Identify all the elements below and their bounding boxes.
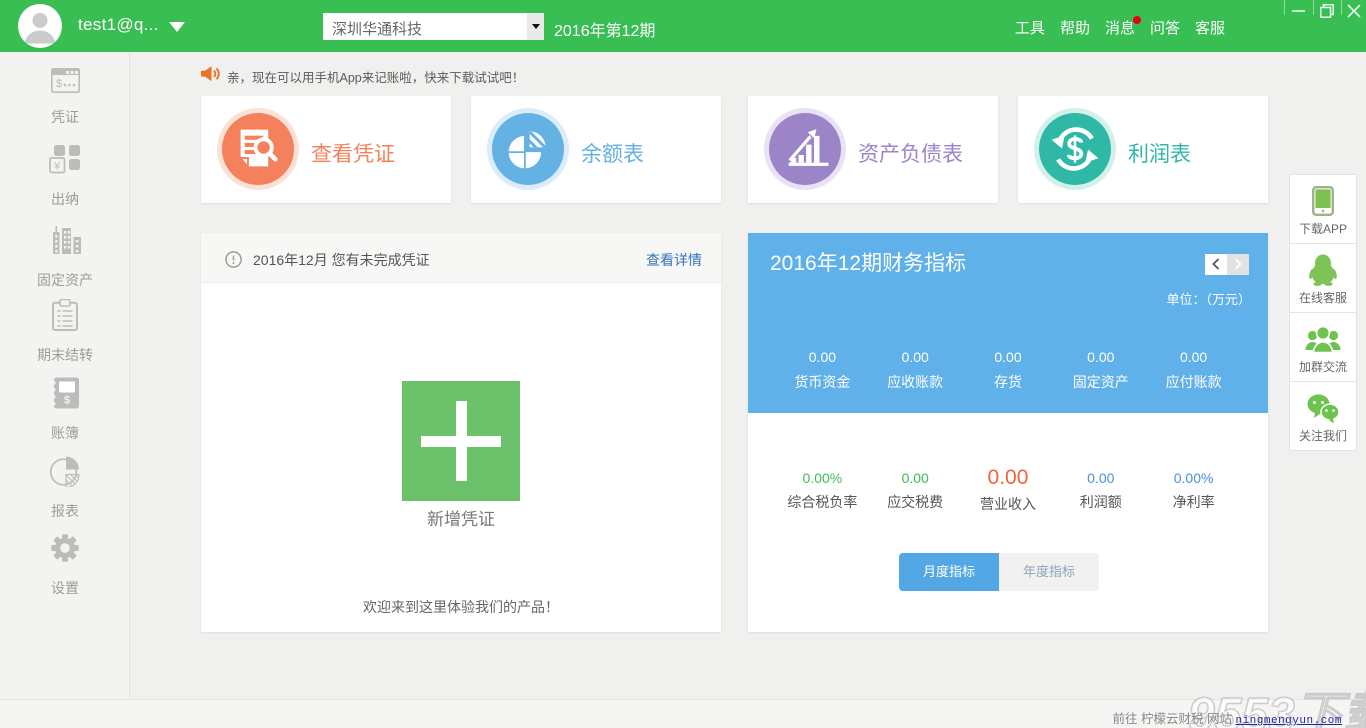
svg-text:$: $ [56, 78, 62, 90]
svg-text:¥: ¥ [53, 161, 61, 173]
svg-text:$: $ [64, 395, 70, 407]
